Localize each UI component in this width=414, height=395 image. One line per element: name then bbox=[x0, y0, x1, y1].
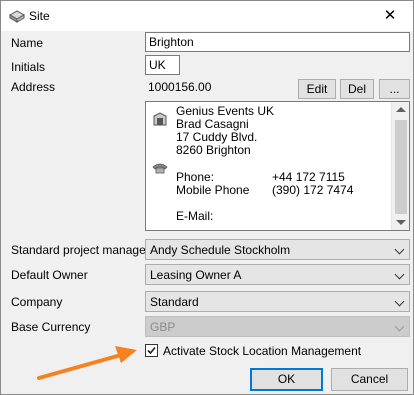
chevron-down-icon bbox=[394, 296, 405, 307]
chevron-down-icon bbox=[394, 269, 405, 280]
address-id: 1000156.00 bbox=[148, 80, 212, 94]
default-owner-value: Leasing Owner A bbox=[150, 268, 242, 282]
annotation-arrow-icon bbox=[37, 346, 137, 380]
address-label: Address bbox=[11, 80, 56, 94]
phone-icon bbox=[152, 162, 168, 177]
chevron-down-icon bbox=[394, 321, 405, 332]
address-scrollbar[interactable] bbox=[391, 102, 409, 230]
company-select[interactable]: Standard bbox=[145, 291, 410, 312]
stock-location-label[interactable]: Activate Stock Location Management bbox=[163, 344, 361, 358]
more-button[interactable]: ... bbox=[379, 79, 410, 99]
site-dialog: Site ✕ Name Brighton Initials UK Address… bbox=[0, 0, 414, 395]
title-bar: Site ✕ bbox=[1, 1, 413, 31]
company-label: Company bbox=[11, 295, 63, 309]
project-manager-select[interactable]: Andy Schedule Stockholm bbox=[145, 239, 410, 260]
window-title: Site bbox=[29, 9, 50, 23]
scroll-thumb[interactable] bbox=[395, 120, 407, 214]
cancel-button[interactable]: Cancel bbox=[331, 368, 408, 391]
scroll-down-icon[interactable] bbox=[396, 220, 406, 225]
address-card[interactable]: Genius Events UK Brad Casagni 17 Cuddy B… bbox=[145, 101, 410, 231]
company-value: Standard bbox=[150, 295, 199, 309]
chevron-down-icon bbox=[394, 244, 405, 255]
checkmark-icon bbox=[147, 346, 156, 355]
name-label: Name bbox=[11, 36, 44, 50]
project-manager-label: Standard project manager bbox=[11, 243, 150, 257]
site-icon bbox=[8, 9, 26, 26]
base-currency-label: Base Currency bbox=[11, 320, 91, 334]
scroll-up-icon[interactable] bbox=[396, 107, 406, 112]
mobile-label: Mobile Phone bbox=[176, 183, 250, 197]
initials-input[interactable]: UK bbox=[145, 55, 180, 75]
building-icon bbox=[152, 111, 168, 130]
close-icon[interactable]: ✕ bbox=[367, 1, 413, 31]
initials-label: Initials bbox=[11, 60, 46, 74]
address-city: 8260 Brighton bbox=[176, 143, 251, 157]
delete-button[interactable]: Del bbox=[340, 79, 374, 99]
project-manager-value: Andy Schedule Stockholm bbox=[150, 243, 291, 257]
mobile-value: (390) 172 7474 bbox=[272, 183, 354, 197]
name-input[interactable]: Brighton bbox=[145, 32, 410, 52]
default-owner-label: Default Owner bbox=[11, 268, 88, 282]
email-label: E-Mail: bbox=[176, 209, 214, 223]
ok-button[interactable]: OK bbox=[250, 368, 323, 391]
edit-button[interactable]: Edit bbox=[298, 79, 336, 99]
stock-location-checkbox[interactable] bbox=[145, 344, 158, 357]
base-currency-select: GBP bbox=[145, 316, 410, 337]
base-currency-value: GBP bbox=[150, 320, 176, 334]
default-owner-select[interactable]: Leasing Owner A bbox=[145, 264, 410, 285]
